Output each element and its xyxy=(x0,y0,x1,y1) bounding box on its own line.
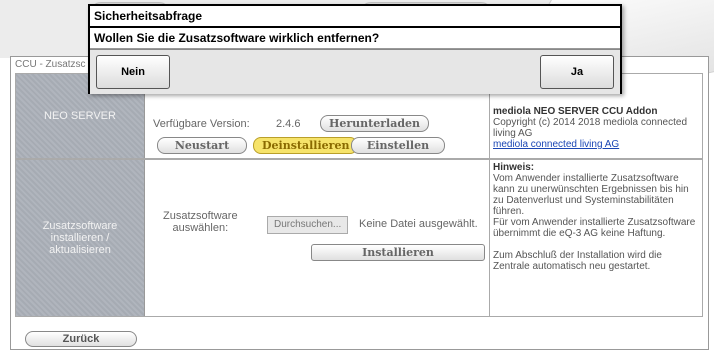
hint-title: Hinweis: xyxy=(493,162,535,173)
no-file-label: Keine Datei ausgewählt. xyxy=(359,218,478,230)
select-label: Zusatzsoftware auswählen: xyxy=(163,210,238,234)
select-label-line2: auswählen: xyxy=(172,222,229,234)
addon-install-label-line2: installieren / xyxy=(50,232,110,244)
hint-text-3: Zum Abschluß der Installation wird die Z… xyxy=(493,250,662,272)
addon-panel: CCU - Zusatzsc NEO SERVER Verfügbare Ver… xyxy=(10,56,709,350)
addon-title: mediola NEO SERVER CCU Addon xyxy=(493,106,658,117)
addon-install-label-line1: Zusatzsoftware xyxy=(42,220,118,232)
download-button[interactable]: Herunterladen xyxy=(320,115,430,132)
settings-button[interactable]: Einstellen xyxy=(351,137,445,154)
confirm-dialog: Sicherheitsabfrage Wollen Sie die Zusatz… xyxy=(88,4,622,94)
addon-hint: Hinweis: Vom Anwender installierte Zusat… xyxy=(490,160,702,316)
dialog-title: Sicherheitsabfrage xyxy=(90,6,620,28)
hint-spacer xyxy=(493,239,699,250)
version-label: Verfügbare Version: xyxy=(153,118,250,130)
addon-install-controls: Zusatzsoftware auswählen: Durchsuchen...… xyxy=(145,160,490,316)
addon-install-row: Zusatzsoftware installieren / aktualisie… xyxy=(15,159,703,317)
hint-text-1: Vom Anwender installierte Zusatzsoftware… xyxy=(493,173,689,217)
dialog-message: Wollen Sie die Zusatzsoftware wirklich e… xyxy=(90,28,620,49)
addon-install-label: Zusatzsoftware installieren / aktualisie… xyxy=(16,160,145,316)
hint-text-2: Für vom Anwender installierte Zusatzsoft… xyxy=(493,217,696,239)
addon-copyright: Copyright (c) 2014 2018 mediola connecte… xyxy=(493,117,688,139)
restart-button[interactable]: Neustart xyxy=(157,137,247,154)
install-button[interactable]: Installieren xyxy=(311,244,485,261)
browse-button[interactable]: Durchsuchen... xyxy=(267,216,349,234)
uninstall-button[interactable]: Deinstallieren xyxy=(253,137,359,154)
version-value: 2.4.6 xyxy=(276,118,301,130)
no-button[interactable]: Nein xyxy=(96,55,170,89)
dialog-actions: Nein Ja xyxy=(90,49,620,94)
back-button[interactable]: Zurück xyxy=(25,331,137,347)
panel-title: CCU - Zusatzsc xyxy=(15,59,86,70)
addon-install-label-line3: aktualisieren xyxy=(49,244,111,256)
vendor-link[interactable]: mediola connected living AG xyxy=(493,139,699,150)
yes-button[interactable]: Ja xyxy=(540,55,614,89)
select-label-line1: Zusatzsoftware xyxy=(163,210,238,222)
